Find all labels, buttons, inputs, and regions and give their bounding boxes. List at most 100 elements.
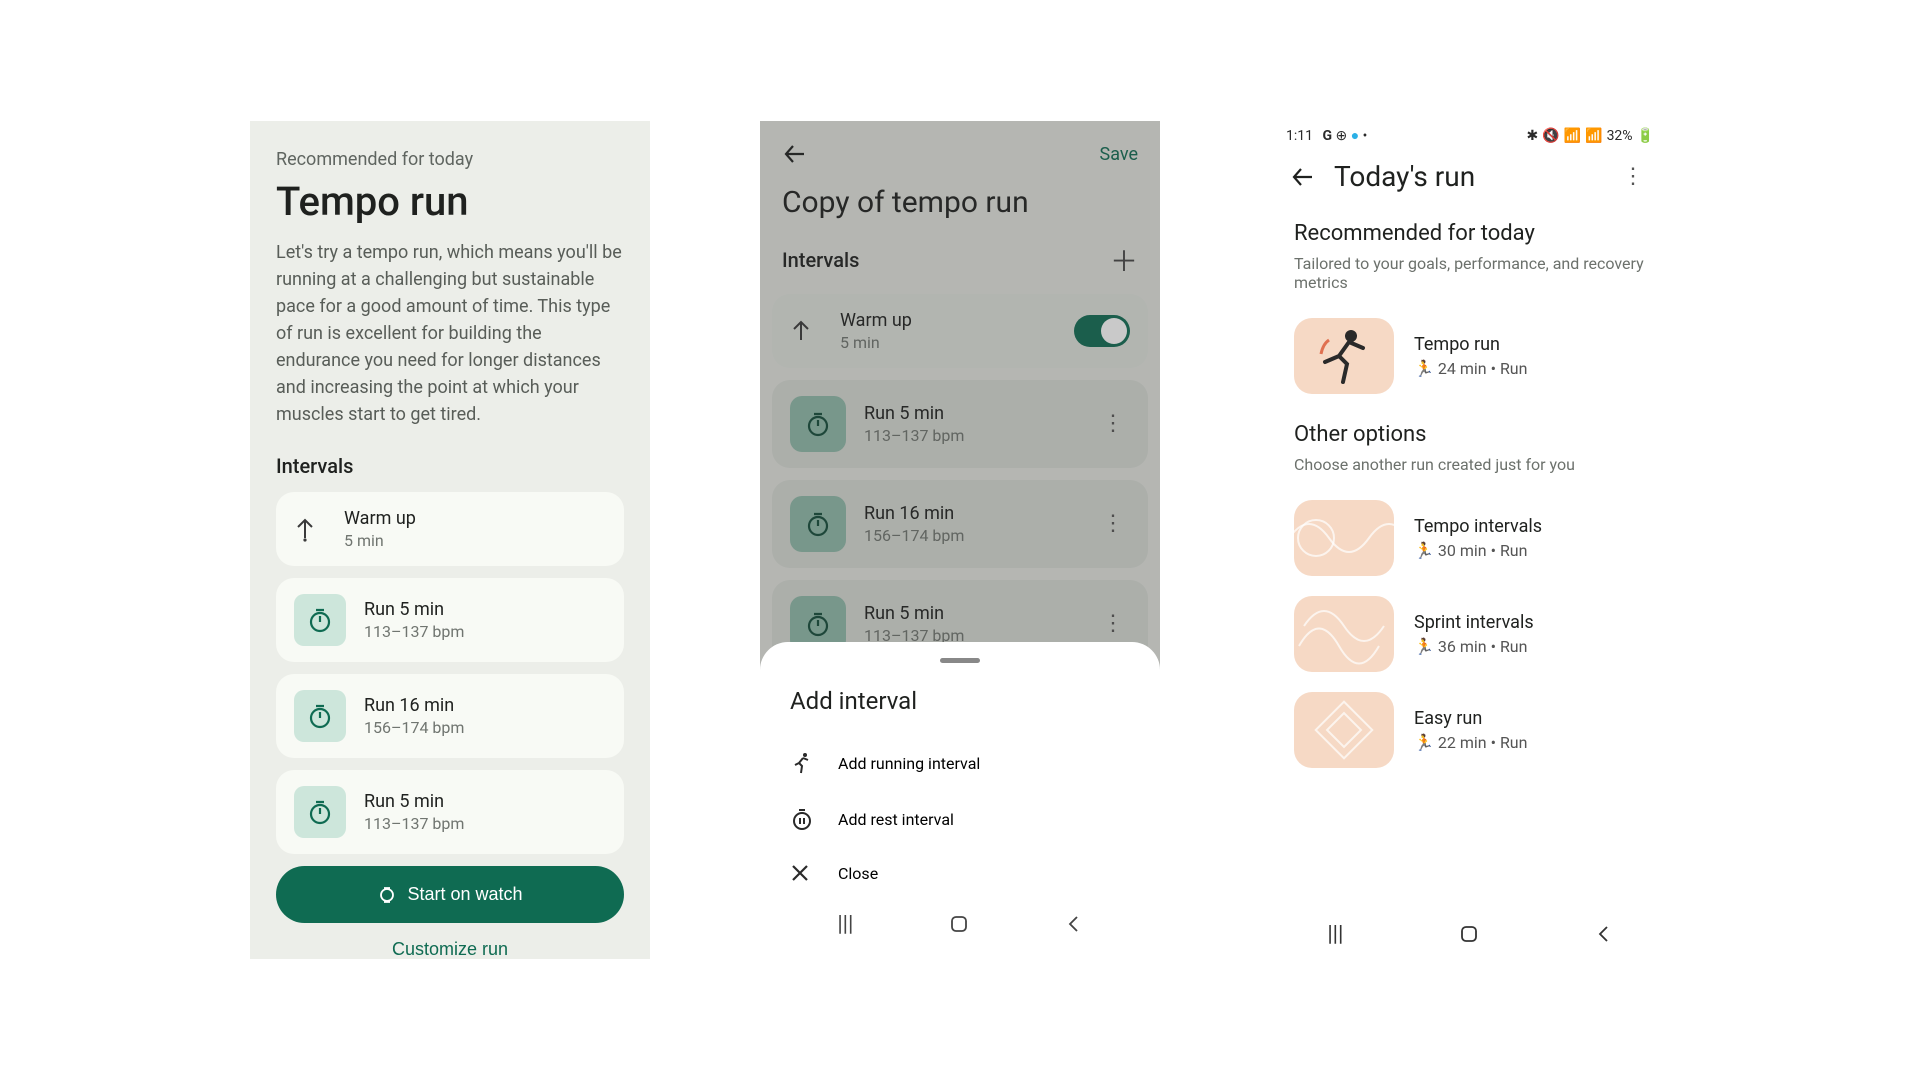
- stopwatch-icon: [790, 496, 846, 552]
- row-label: Close: [838, 864, 878, 883]
- battery-text: 32%: [1607, 128, 1633, 144]
- interval-title: Run 5 min: [864, 603, 1078, 624]
- interval-sub: 156–174 bpm: [864, 526, 1078, 545]
- run-title: Tempo intervals: [1414, 516, 1542, 537]
- interval-card-warmup[interactable]: Warm up 5 min: [772, 294, 1148, 368]
- stopwatch-icon: [294, 786, 346, 838]
- customize-run-button[interactable]: Customize run: [276, 923, 624, 959]
- start-on-watch-button[interactable]: Start on watch: [276, 866, 624, 923]
- interval-title: Warm up: [344, 508, 416, 529]
- more-icon[interactable]: ⋮: [1096, 421, 1130, 427]
- bottom-sheet-add-interval: Add interval Add running interval Add re…: [760, 642, 1160, 959]
- start-label: Start on watch: [407, 884, 522, 905]
- home-icon[interactable]: [1458, 923, 1480, 945]
- stopwatch-icon: [790, 396, 846, 452]
- wifi-icon: 📶: [1564, 128, 1581, 144]
- row-label: Add rest interval: [838, 810, 954, 829]
- home-icon[interactable]: [948, 913, 970, 935]
- runner-icon: 🏃: [1414, 637, 1434, 656]
- close-sheet-button[interactable]: Close: [790, 847, 1130, 899]
- run-thumbnail: [1294, 500, 1394, 576]
- battery-icon: 🔋: [1637, 128, 1654, 144]
- interval-title: Run 5 min: [364, 791, 464, 812]
- runner-icon: 🏃: [1414, 541, 1434, 560]
- sheet-handle[interactable]: [940, 658, 980, 663]
- run-sub: 🏃 24 min • Run: [1414, 359, 1527, 378]
- interval-card-run[interactable]: Run 5 min 113–137 bpm: [276, 578, 624, 662]
- back-icon[interactable]: [782, 141, 808, 167]
- runner-icon: [790, 751, 816, 775]
- app-bar: Today's run ⋮: [1270, 144, 1670, 203]
- mute-icon: 🔇: [1542, 128, 1559, 144]
- description-text: Let's try a tempo run, which means you'l…: [276, 239, 624, 428]
- recommended-heading: Recommended for today: [1270, 203, 1670, 254]
- interval-sub: 113–137 bpm: [364, 814, 464, 833]
- run-option-tempo[interactable]: Tempo run 🏃 24 min • Run: [1270, 308, 1670, 404]
- more-icon[interactable]: ⋮: [1096, 521, 1130, 527]
- page-title: Tempo run: [276, 178, 624, 225]
- pause-stopwatch-icon: [790, 807, 816, 831]
- other-heading: Other options: [1270, 404, 1670, 455]
- status-apps-icons: G ⊕ ● •: [1322, 128, 1367, 144]
- status-bar: 1:11 G ⊕ ● • ✱ 🔇 📶 📶 32% 🔋: [1270, 121, 1670, 144]
- status-time: 1:11: [1286, 128, 1313, 144]
- interval-sub: 156–174 bpm: [364, 718, 464, 737]
- back-icon[interactable]: [1290, 164, 1316, 190]
- interval-title: Run 5 min: [864, 403, 1078, 424]
- interval-card-run[interactable]: Run 5 min 113–137 bpm ⋮: [772, 380, 1148, 468]
- stopwatch-icon: [294, 594, 346, 646]
- run-thumbnail: [1294, 692, 1394, 768]
- watch-icon: [377, 885, 397, 905]
- add-running-interval-button[interactable]: Add running interval: [790, 735, 1130, 791]
- run-sub: 🏃 22 min • Run: [1414, 733, 1527, 752]
- other-sub: Choose another run created just for you: [1270, 455, 1670, 490]
- recommended-label: Recommended for today: [276, 121, 624, 170]
- run-title: Sprint intervals: [1414, 612, 1534, 633]
- run-title: Easy run: [1414, 708, 1527, 729]
- interval-sub: 113–137 bpm: [364, 622, 464, 641]
- more-icon[interactable]: ⋮: [1096, 621, 1130, 627]
- run-option[interactable]: Tempo intervals 🏃 30 min • Run: [1270, 490, 1670, 586]
- interval-title: Run 16 min: [864, 503, 1078, 524]
- stopwatch-icon: [294, 690, 346, 742]
- save-button[interactable]: Save: [1100, 144, 1139, 165]
- run-option[interactable]: Sprint intervals 🏃 36 min • Run: [1270, 586, 1670, 682]
- interval-sub: 113–137 bpm: [864, 426, 1078, 445]
- add-rest-interval-button[interactable]: Add rest interval: [790, 791, 1130, 847]
- interval-sub: 5 min: [344, 531, 416, 550]
- run-thumbnail: [1294, 596, 1394, 672]
- run-sub: 🏃 36 min • Run: [1414, 637, 1534, 656]
- run-thumbnail: [1294, 318, 1394, 394]
- run-option[interactable]: Easy run 🏃 22 min • Run: [1270, 682, 1670, 778]
- interval-title: Run 16 min: [364, 695, 464, 716]
- recommended-sub: Tailored to your goals, performance, and…: [1270, 254, 1670, 308]
- runner-icon: 🏃: [1414, 359, 1434, 378]
- android-nav-bar: |||: [1270, 909, 1670, 959]
- warmup-toggle[interactable]: [1074, 315, 1130, 347]
- back-nav-icon[interactable]: [1065, 915, 1083, 933]
- screen-todays-run: 1:11 G ⊕ ● • ✱ 🔇 📶 📶 32% 🔋 Today's run ⋮…: [1270, 121, 1670, 959]
- intervals-heading: Intervals: [782, 248, 859, 272]
- run-title: Tempo run: [1414, 334, 1527, 355]
- recents-icon[interactable]: |||: [1327, 922, 1343, 947]
- row-label: Add running interval: [838, 754, 980, 773]
- bluetooth-icon: ✱: [1527, 128, 1539, 144]
- signal-icon: 📶: [1585, 128, 1602, 144]
- overflow-menu-icon[interactable]: ⋮: [1616, 174, 1650, 180]
- add-interval-icon[interactable]: ＋: [1110, 240, 1138, 280]
- recents-icon[interactable]: |||: [837, 912, 853, 937]
- sheet-title: Add interval: [790, 687, 1130, 715]
- interval-sub: 5 min: [840, 333, 1056, 352]
- interval-card-run[interactable]: Run 16 min 156–174 bpm: [276, 674, 624, 758]
- interval-card-run[interactable]: Run 5 min 113–137 bpm: [276, 770, 624, 854]
- screen-tempo-detail: Recommended for today Tempo run Let's tr…: [250, 121, 650, 959]
- back-nav-icon[interactable]: [1595, 925, 1613, 943]
- arrow-up-icon: [294, 516, 326, 542]
- android-nav-bar: |||: [790, 899, 1130, 949]
- interval-title: Warm up: [840, 310, 1056, 331]
- interval-card-warmup[interactable]: Warm up 5 min: [276, 492, 624, 566]
- interval-card-run[interactable]: Run 16 min 156–174 bpm ⋮: [772, 480, 1148, 568]
- screen-edit-intervals: Save Copy of tempo run Intervals ＋ Warm …: [760, 121, 1160, 959]
- close-icon: [790, 863, 816, 883]
- runner-icon: 🏃: [1414, 733, 1434, 752]
